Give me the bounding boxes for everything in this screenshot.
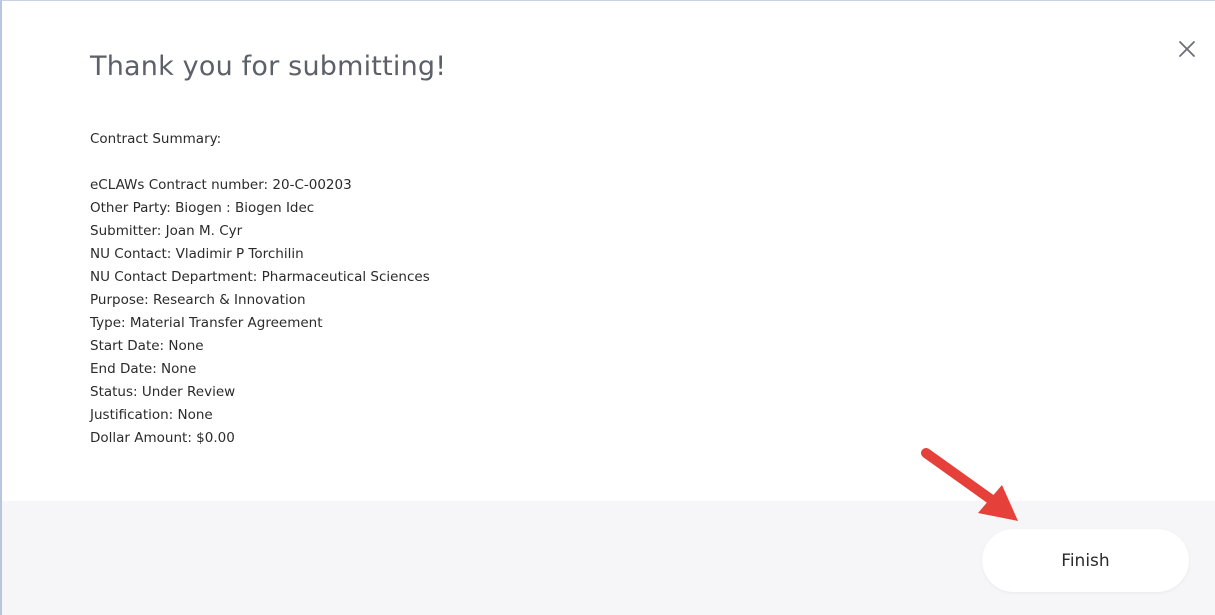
summary-line-submitter: Submitter: Joan M. Cyr [90,223,243,239]
summary-line-end-date: End Date: None [90,361,197,377]
summary-line-type: Type: Material Transfer Agreement [90,315,323,331]
summary-line-justification: Justification: None [90,407,213,423]
summary-line-dollar-amount: Dollar Amount: $0.00 [90,430,235,446]
contract-summary: Contract Summary: eCLAWs Contract number… [90,128,430,450]
summary-line-nu-contact-department: NU Contact Department: Pharmaceutical Sc… [90,269,430,285]
submission-modal: Thank you for submitting! Contract Summa… [0,0,1215,615]
close-icon[interactable] [1175,37,1199,61]
summary-line-status: Status: Under Review [90,384,236,400]
modal-title: Thank you for submitting! [90,51,447,82]
summary-heading: Contract Summary: [90,131,222,147]
close-button[interactable] [1175,37,1199,61]
summary-line-contract-number: eCLAWs Contract number: 20-C-00203 [90,177,352,193]
summary-line-other-party: Other Party: Biogen : Biogen Idec [90,200,315,216]
summary-line-start-date: Start Date: None [90,338,204,354]
summary-line-nu-contact: NU Contact: Vladimir P Torchilin [90,246,304,262]
summary-line-purpose: Purpose: Research & Innovation [90,292,306,308]
finish-button[interactable]: Finish [982,529,1189,592]
